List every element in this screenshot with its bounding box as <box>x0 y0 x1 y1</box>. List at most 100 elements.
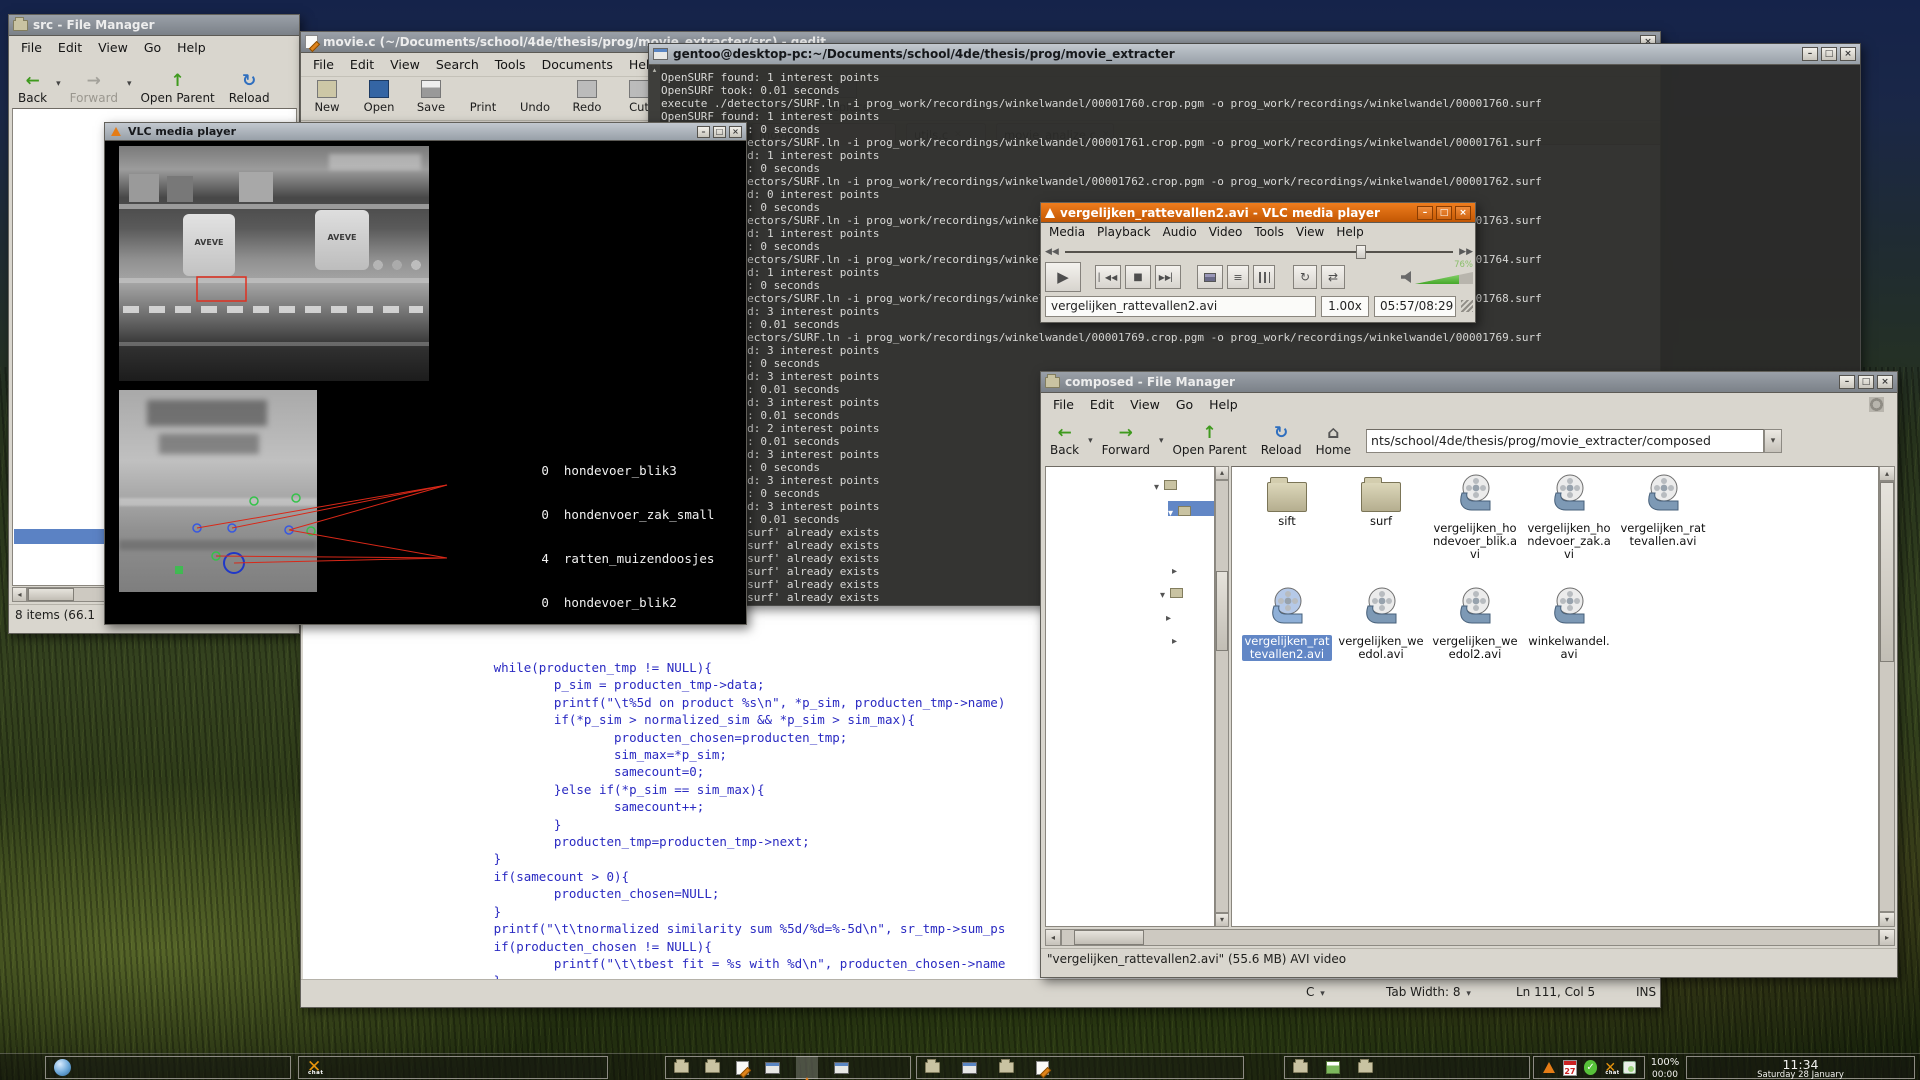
file-item[interactable]: vergelijken_hondevoer_blik.avi <box>1428 473 1522 586</box>
file-item[interactable]: surf <box>1334 473 1428 586</box>
composed-fm-hscrollbar[interactable]: ◂ ▸ <box>1045 929 1895 946</box>
toolbar-button[interactable]: Print <box>457 77 509 120</box>
menu-item[interactable]: Edit <box>342 54 382 75</box>
close-icon[interactable]: × <box>1455 206 1471 220</box>
file-item[interactable]: vergelijken_rattevallen2.avi <box>1240 586 1334 699</box>
window-composed-file-manager[interactable]: composed - File Manager – □ × FileEditVi… <box>1040 371 1898 978</box>
toolbar-button[interactable]: Redo <box>561 77 613 120</box>
xchat-tray-icon[interactable]: ✕chat <box>1604 1061 1616 1075</box>
menu-item[interactable]: View <box>90 37 136 58</box>
fast-forward-icon[interactable]: ▶▶ <box>1459 247 1473 257</box>
file-manager-task-icon[interactable] <box>705 1062 720 1073</box>
gedit-task-icon[interactable] <box>736 1061 749 1075</box>
maximize-icon[interactable]: □ <box>1436 206 1452 220</box>
seek-slider[interactable] <box>1065 245 1453 259</box>
vlc-titlebar[interactable]: vergelijken_rattevallen2.avi - VLC media… <box>1041 203 1475 223</box>
loop-button[interactable]: ↻ <box>1293 265 1317 289</box>
back-button[interactable]: ←Back <box>1043 423 1086 459</box>
file-item[interactable]: vergelijken_weedol.avi <box>1334 586 1428 699</box>
menu-item[interactable]: Playback <box>1091 223 1157 241</box>
minimize-icon[interactable]: – <box>1839 375 1855 389</box>
composed-fm-titlebar[interactable]: composed - File Manager – □ × <box>1041 372 1897 393</box>
tab-width-selector[interactable]: Tab Width: 8 ▾ <box>1386 985 1473 999</box>
expander-closed-icon[interactable]: ▸ <box>1172 636 1177 647</box>
playlist-button[interactable]: ≡ <box>1227 265 1249 289</box>
minimize-icon[interactable]: – <box>1802 47 1818 61</box>
back-button[interactable]: ←Back <box>11 61 54 107</box>
clock[interactable]: 11:34 Saturday 28 January <box>1686 1056 1915 1079</box>
menu-item[interactable]: File <box>305 54 342 75</box>
scroll-right-icon[interactable]: ▸ <box>1879 929 1895 946</box>
language-selector[interactable]: C ▾ <box>1306 985 1327 999</box>
file-item[interactable]: sift <box>1240 473 1334 586</box>
home-button[interactable]: ⌂Home <box>1309 423 1358 459</box>
menu-item[interactable]: Edit <box>1082 394 1122 415</box>
play-button[interactable]: ▶ <box>1045 262 1081 292</box>
menu-item[interactable]: File <box>13 37 50 58</box>
forward-button[interactable]: →Forward <box>1095 423 1157 459</box>
toolbar-button[interactable]: New <box>301 77 353 120</box>
menu-item[interactable]: File <box>1045 394 1082 415</box>
close-icon[interactable]: × <box>1877 375 1893 389</box>
scroll-thumb[interactable] <box>1216 571 1228 651</box>
fullscreen-button[interactable] <box>1197 265 1223 289</box>
skype-tray-icon[interactable]: ✓ <box>1584 1060 1598 1075</box>
shuffle-button[interactable]: ⇄ <box>1321 265 1345 289</box>
menu-item[interactable]: Go <box>136 37 169 58</box>
back-dropdown-icon[interactable]: ▾ <box>54 79 63 89</box>
menu-item[interactable]: Go <box>1168 394 1201 415</box>
close-icon[interactable]: × <box>729 126 742 138</box>
file-item[interactable]: vergelijken_rattevallen.avi <box>1616 473 1710 586</box>
terminal-titlebar[interactable]: gentoo@desktop-pc:~/Documents/school/4de… <box>649 44 1860 65</box>
maximize-icon[interactable]: □ <box>713 126 726 138</box>
calendar-tray-icon[interactable]: 27 <box>1563 1060 1577 1076</box>
resize-grip[interactable] <box>1461 300 1473 312</box>
composed-fm-treepane[interactable]: ▾ ▾ ▸ ▾ ▸ ▸ <box>1045 466 1215 927</box>
volume-slider[interactable]: 76% <box>1415 269 1473 285</box>
seek-handle[interactable] <box>1356 245 1366 259</box>
menu-item[interactable]: Tools <box>1248 223 1290 241</box>
menu-item[interactable]: View <box>382 54 428 75</box>
time-field[interactable]: 05:57/08:29 <box>1374 296 1456 317</box>
expander-open-icon[interactable]: ▾ <box>1154 482 1159 493</box>
tree-row[interactable]: ▸ <box>1166 606 1171 625</box>
image-viewer-task-icon[interactable] <box>1326 1061 1340 1074</box>
file-manager-task-icon[interactable] <box>674 1062 689 1073</box>
menu-item[interactable]: Help <box>169 37 214 58</box>
stop-button[interactable]: ■ <box>1125 265 1151 289</box>
menu-item[interactable]: Documents <box>534 54 621 75</box>
file-manager-task-icon[interactable] <box>925 1062 940 1073</box>
terminal-task-icon[interactable] <box>765 1062 780 1074</box>
menu-item[interactable]: Media <box>1043 223 1091 241</box>
task-button-browser[interactable] <box>45 1056 291 1079</box>
task-group-windows-2[interactable] <box>916 1056 1244 1079</box>
reload-button[interactable]: ↻Reload <box>222 61 277 107</box>
scroll-up-icon[interactable]: ▴ <box>1879 466 1895 481</box>
menu-item[interactable]: Video <box>1203 223 1249 241</box>
path-dropdown-icon[interactable]: ▾ <box>1764 429 1782 453</box>
vlc-video-canvas[interactable]: AVEVE AVEVE <box>105 141 746 624</box>
toolbar-button[interactable]: Undo <box>509 77 561 120</box>
tree-row[interactable]: ▸ <box>1172 629 1177 648</box>
terminal-task-icon[interactable] <box>834 1062 849 1074</box>
window-vlc-video[interactable]: VLC media player – □ × AVEVE <box>104 122 747 625</box>
toolbar-button[interactable]: Save <box>405 77 457 120</box>
file-manager-task-icon[interactable] <box>999 1062 1014 1073</box>
scroll-up-icon[interactable]: ▴ <box>649 65 660 75</box>
menu-item[interactable]: Tools <box>487 54 534 75</box>
notes-tray-icon[interactable] <box>1623 1061 1636 1074</box>
task-button-chat[interactable]: ✕chat <box>298 1056 608 1079</box>
toolbar-button[interactable]: Open <box>353 77 405 120</box>
file-item[interactable]: vergelijken_weedol2.avi <box>1428 586 1522 699</box>
scroll-left-icon[interactable]: ◂ <box>12 587 27 602</box>
now-playing-field[interactable]: vergelijken_rattevallen2.avi <box>1045 296 1316 317</box>
tree-row[interactable]: ▾ <box>1154 475 1177 494</box>
maximize-icon[interactable]: □ <box>1821 47 1837 61</box>
scroll-thumb[interactable] <box>1880 482 1894 662</box>
file-manager-task-icon[interactable] <box>1293 1062 1308 1073</box>
src-fm-titlebar[interactable]: src - File Manager <box>9 15 299 36</box>
menu-item[interactable]: Help <box>1201 394 1246 415</box>
expander-closed-icon[interactable]: ▸ <box>1166 613 1171 624</box>
scroll-up-icon[interactable]: ▴ <box>1215 466 1229 480</box>
expander-open-icon[interactable]: ▾ <box>1168 508 1173 519</box>
